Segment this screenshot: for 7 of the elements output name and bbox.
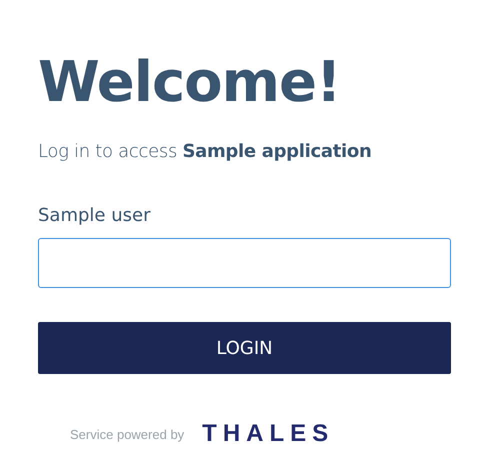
field-label: Sample user	[38, 204, 150, 228]
powered-by-text: Service powered by	[70, 426, 184, 442]
subtitle: Log in to access Sample application	[38, 140, 372, 164]
login-button[interactable]: LOGIN	[38, 322, 451, 374]
welcome-heading: Welcome!	[38, 50, 342, 116]
logo: THALES	[202, 422, 334, 446]
input-field[interactable]	[38, 238, 451, 288]
